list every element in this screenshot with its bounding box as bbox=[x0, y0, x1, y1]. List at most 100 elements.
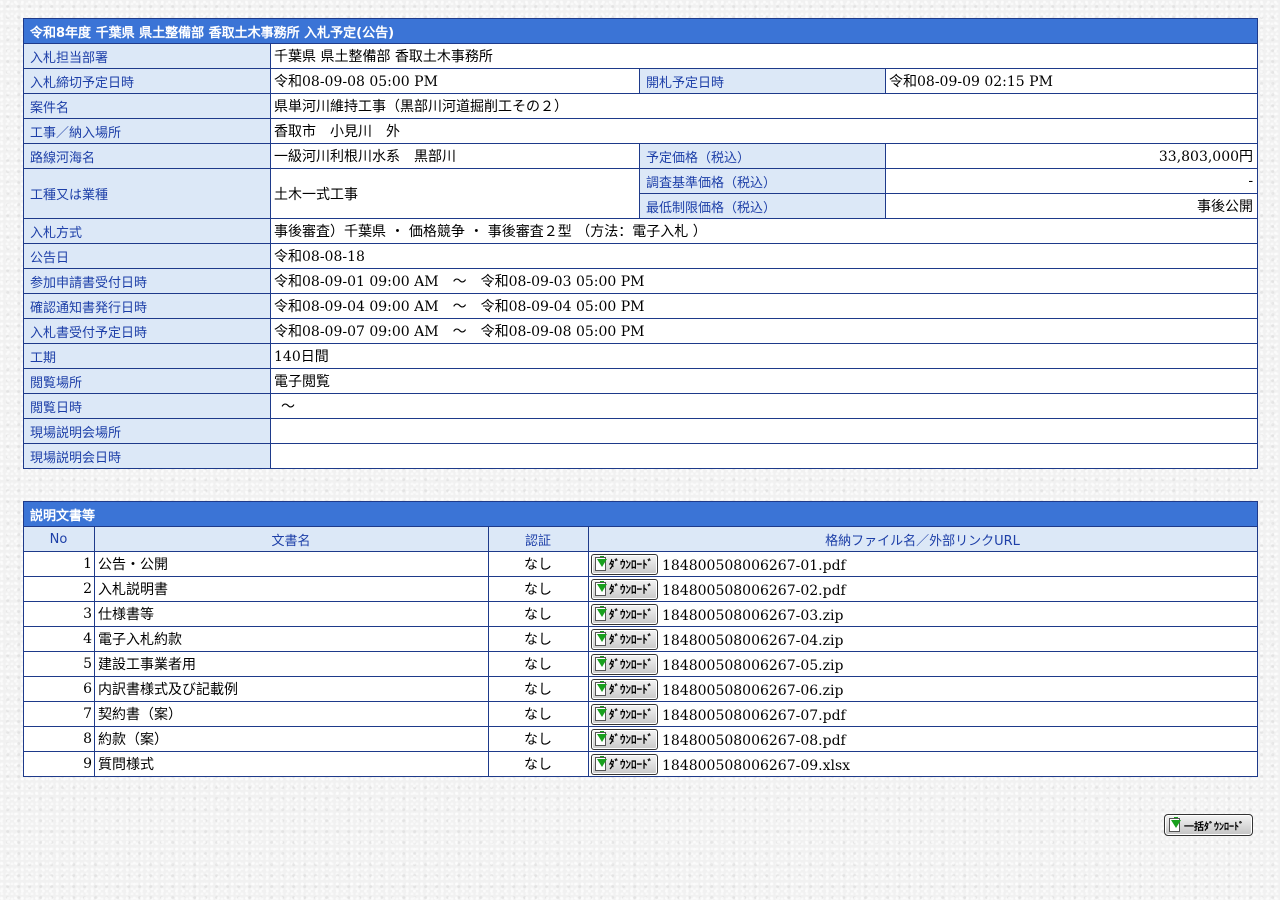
work-type-value: 土木一式工事 bbox=[270, 168, 640, 219]
work-type-label: 工種又は業種 bbox=[23, 168, 271, 219]
download-label: ﾀﾞｳﾝﾛｰﾄﾞ bbox=[609, 708, 653, 721]
download-button[interactable]: ﾀﾞｳﾝﾛｰﾄﾞ bbox=[591, 653, 658, 675]
doc-file-cell: ﾀﾞｳﾝﾛｰﾄﾞ 184800508006267-07.pdf bbox=[587, 701, 1259, 727]
download-label: ﾀﾞｳﾝﾛｰﾄﾞ bbox=[609, 758, 653, 771]
column-header-cert: 認証 bbox=[488, 526, 589, 552]
viewing-place-value: 電子閲覧 bbox=[269, 368, 1259, 394]
download-label: ﾀﾞｳﾝﾛｰﾄﾞ bbox=[609, 558, 653, 571]
download-icon bbox=[594, 581, 608, 597]
doc-no: 6 bbox=[23, 676, 95, 702]
column-header-file: 格納ファイル名／外部リンクURL bbox=[587, 526, 1259, 552]
download-icon bbox=[1168, 817, 1182, 833]
download-icon bbox=[594, 731, 608, 747]
doc-file-cell: ﾀﾞｳﾝﾛｰﾄﾞ 184800508006267-04.zip bbox=[587, 626, 1259, 652]
table-row: 8 約款（案） なし ﾀﾞｳﾝﾛｰﾄﾞ 184800508006267-08.pdf bbox=[23, 726, 1259, 752]
download-icon bbox=[594, 556, 608, 572]
bid-receipt-label: 入札書受付予定日時 bbox=[23, 318, 271, 344]
download-button[interactable]: ﾀﾞｳﾝﾛｰﾄﾞ bbox=[591, 678, 658, 700]
confirmation-label: 確認通知書発行日時 bbox=[23, 293, 271, 319]
download-button[interactable]: ﾀﾞｳﾝﾛｰﾄﾞ bbox=[591, 603, 658, 625]
doc-file-name: 184800508006267-07.pdf bbox=[662, 708, 846, 724]
briefing-datetime-label: 現場説明会日時 bbox=[23, 443, 271, 469]
download-button[interactable]: ﾀﾞｳﾝﾛｰﾄﾞ bbox=[591, 578, 658, 600]
opening-value: 令和08-09-09 02:15 PM bbox=[884, 68, 1259, 94]
download-label: ﾀﾞｳﾝﾛｰﾄﾞ bbox=[609, 683, 653, 696]
deadline-value: 令和08-09-08 05:00 PM bbox=[270, 68, 640, 94]
survey-price-label: 調査基準価格（税込） bbox=[639, 168, 886, 194]
application-value: 令和08-09-01 09:00 AM ～ 令和08-09-03 05:00 P… bbox=[269, 268, 1259, 294]
method-label: 入札方式 bbox=[23, 218, 271, 244]
department-label: 入札担当部署 bbox=[23, 43, 271, 69]
doc-file-cell: ﾀﾞｳﾝﾛｰﾄﾞ 184800508006267-09.xlsx bbox=[587, 751, 1259, 777]
doc-file-name: 184800508006267-03.zip bbox=[662, 608, 844, 624]
download-label: ﾀﾞｳﾝﾛｰﾄﾞ bbox=[609, 633, 653, 646]
route-value: 一級河川利根川水系 黒部川 bbox=[270, 143, 640, 169]
table-row: 4 電子入札約款 なし ﾀﾞｳﾝﾛｰﾄﾞ 184800508006267-04.zip bbox=[23, 626, 1259, 652]
download-label: ﾀﾞｳﾝﾛｰﾄﾞ bbox=[609, 658, 653, 671]
download-icon bbox=[594, 606, 608, 622]
download-label: ﾀﾞｳﾝﾛｰﾄﾞ bbox=[609, 733, 653, 746]
doc-file-name: 184800508006267-02.pdf bbox=[662, 583, 846, 599]
doc-cert: なし bbox=[488, 626, 589, 652]
doc-file-name: 184800508006267-05.zip bbox=[662, 658, 844, 674]
period-value: 140日間 bbox=[269, 343, 1259, 369]
doc-file-name: 184800508006267-08.pdf bbox=[662, 733, 846, 749]
doc-file-cell: ﾀﾞｳﾝﾛｰﾄﾞ 184800508006267-03.zip bbox=[587, 601, 1259, 627]
doc-file-cell: ﾀﾞｳﾝﾛｰﾄﾞ 184800508006267-01.pdf bbox=[587, 551, 1259, 577]
bid-receipt-value: 令和08-09-07 09:00 AM ～ 令和08-09-08 05:00 P… bbox=[269, 318, 1259, 344]
doc-no: 3 bbox=[23, 601, 95, 627]
opening-label: 開札予定日時 bbox=[639, 68, 886, 94]
doc-cert: なし bbox=[488, 751, 589, 777]
doc-cert: なし bbox=[488, 576, 589, 602]
download-button[interactable]: ﾀﾞｳﾝﾛｰﾄﾞ bbox=[591, 628, 658, 650]
column-header-name: 文書名 bbox=[94, 526, 489, 552]
survey-price-value: - bbox=[884, 168, 1259, 194]
notice-title: 令和8年度 千葉県 県土整備部 香取土木事務所 入札予定(公告) bbox=[22, 18, 1259, 44]
doc-file-name: 184800508006267-09.xlsx bbox=[662, 758, 851, 774]
route-label: 路線河海名 bbox=[23, 143, 271, 169]
download-button[interactable]: ﾀﾞｳﾝﾛｰﾄﾞ bbox=[591, 753, 658, 775]
project-name-value: 県単河川維持工事（黒部川河道掘削工その２） bbox=[269, 93, 1259, 119]
doc-cert: なし bbox=[488, 726, 589, 752]
method-value: 事後審査）千葉県 ・ 価格競争 ・ 事後審査２型 （方法：電子入札 ） bbox=[269, 218, 1259, 244]
bulk-download-label: 一括ﾀﾞｳﾝﾛｰﾄﾞ bbox=[1184, 821, 1244, 833]
doc-cert: なし bbox=[488, 701, 589, 727]
deadline-label: 入札締切予定日時 bbox=[23, 68, 271, 94]
doc-file-name: 184800508006267-01.pdf bbox=[662, 558, 846, 574]
min-price-label: 最低制限価格（税込） bbox=[639, 193, 886, 219]
download-button[interactable]: ﾀﾞｳﾝﾛｰﾄﾞ bbox=[591, 553, 658, 575]
doc-file-cell: ﾀﾞｳﾝﾛｰﾄﾞ 184800508006267-06.zip bbox=[587, 676, 1259, 702]
table-row: 3 仕様書等 なし ﾀﾞｳﾝﾛｰﾄﾞ 184800508006267-03.zip bbox=[23, 601, 1259, 627]
download-label: ﾀﾞｳﾝﾛｰﾄﾞ bbox=[609, 608, 653, 621]
doc-no: 9 bbox=[23, 751, 95, 777]
viewing-place-label: 閲覧場所 bbox=[23, 368, 271, 394]
doc-no: 7 bbox=[23, 701, 95, 727]
application-label: 参加申請書受付日時 bbox=[23, 268, 271, 294]
briefing-place-value bbox=[269, 418, 1259, 444]
download-icon bbox=[594, 756, 608, 772]
briefing-datetime-value bbox=[269, 443, 1259, 469]
doc-file-cell: ﾀﾞｳﾝﾛｰﾄﾞ 184800508006267-08.pdf bbox=[587, 726, 1259, 752]
announce-date-label: 公告日 bbox=[23, 243, 271, 269]
download-icon bbox=[594, 706, 608, 722]
table-row: 2 入札説明書 なし ﾀﾞｳﾝﾛｰﾄﾞ 184800508006267-02.pdf bbox=[23, 576, 1259, 602]
doc-no: 1 bbox=[23, 551, 95, 577]
download-button[interactable]: ﾀﾞｳﾝﾛｰﾄﾞ bbox=[591, 728, 658, 750]
download-button[interactable]: ﾀﾞｳﾝﾛｰﾄﾞ bbox=[591, 703, 658, 725]
download-icon bbox=[594, 656, 608, 672]
bulk-download-button[interactable]: 一括ﾀﾞｳﾝﾛｰﾄﾞ bbox=[1164, 814, 1253, 836]
documents-title: 説明文書等 bbox=[22, 501, 1259, 527]
documents-body: 1 公告・公開 なし ﾀﾞｳﾝﾛｰﾄﾞ 184800508006267-01.pdf 2 入… bbox=[23, 551, 1259, 777]
doc-cert: なし bbox=[488, 601, 589, 627]
viewing-datetime-label: 閲覧日時 bbox=[23, 393, 271, 419]
viewing-datetime-value: ～ bbox=[269, 393, 1259, 419]
doc-cert: なし bbox=[488, 551, 589, 577]
doc-name: 内訳書様式及び記載例 bbox=[94, 676, 489, 702]
doc-name: 入札説明書 bbox=[94, 576, 489, 602]
table-row: 1 公告・公開 なし ﾀﾞｳﾝﾛｰﾄﾞ 184800508006267-01.pdf bbox=[23, 551, 1259, 577]
doc-name: 契約書（案） bbox=[94, 701, 489, 727]
table-row: 5 建設工事業者用 なし ﾀﾞｳﾝﾛｰﾄﾞ 184800508006267-05.zip bbox=[23, 651, 1259, 677]
planned-price-value: 33,803,000円 bbox=[884, 143, 1259, 169]
announce-date-value: 令和08-08-18 bbox=[269, 243, 1259, 269]
bid-notice-table: 令和8年度 千葉県 県土整備部 香取土木事務所 入札予定(公告) 入札担当部署 … bbox=[22, 18, 1259, 469]
